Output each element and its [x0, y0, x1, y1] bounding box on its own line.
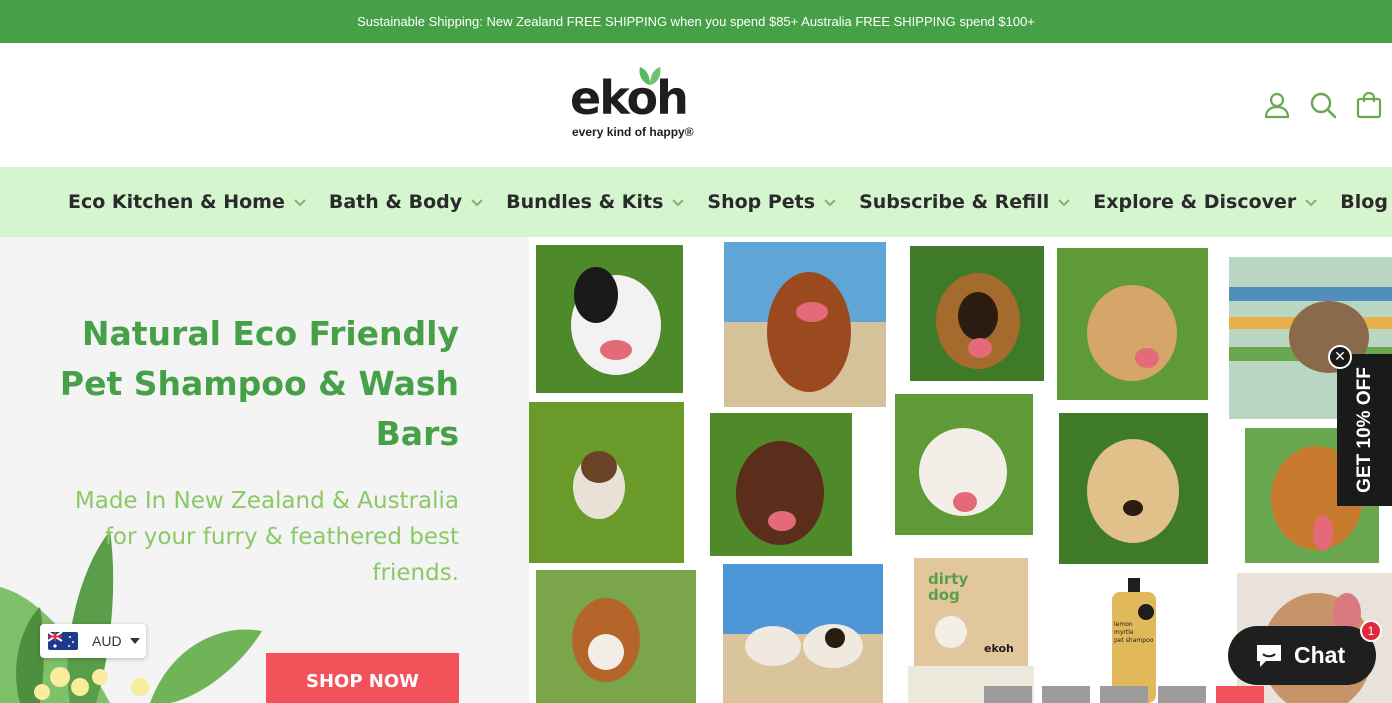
hero-subtitle: Made In New Zealand & Australia for your… [39, 483, 459, 591]
photo-dog-black-white [536, 245, 683, 393]
photo-puppy-golden [1059, 413, 1208, 564]
nav-item-label: Explore & Discover [1093, 191, 1297, 213]
announcement-text: Sustainable Shipping: New Zealand FREE S… [357, 14, 1035, 29]
photo-product-lemon-myrtle-shampoo: lemon myrtle pet shampoo [1094, 574, 1174, 703]
photo-dog-beach [724, 242, 886, 407]
account-icon[interactable] [1263, 91, 1291, 119]
photo-dog-chocolate-lab [710, 413, 852, 556]
photo-dogs-digging-sand [723, 564, 883, 703]
cart-icon[interactable] [1355, 91, 1383, 119]
caret-down-icon [129, 638, 140, 644]
nav-item-explore-discover[interactable]: Explore & Discover [1093, 191, 1318, 213]
product-bottle-line2: myrtle [1114, 629, 1134, 636]
chevron-down-icon [471, 199, 483, 207]
hero-subtitle-line2: for your furry & feathered best friends. [104, 524, 459, 586]
product-box-brand: ekoh [984, 642, 1014, 655]
chevron-down-icon [672, 199, 685, 207]
photo-dog-german-shepherd [910, 246, 1044, 381]
chevron-down-icon [1305, 199, 1317, 207]
hero-subtitle-line1: Made In New Zealand & Australia [74, 488, 459, 514]
slide-dot-5-active[interactable] [1216, 686, 1264, 703]
nav-item-bundles-kits[interactable]: Bundles & Kits [506, 191, 685, 213]
slide-dot-3[interactable] [1100, 686, 1148, 703]
hero-title: Natural Eco Friendly Pet Shampoo & Wash … [59, 314, 459, 453]
slide-dot-2[interactable] [1042, 686, 1090, 703]
photo-dog-yellow-lab [1057, 248, 1208, 400]
slide-dot-1[interactable] [984, 686, 1032, 703]
logo-tagline: every kind of happy® [572, 125, 694, 139]
site-header: ekoh every kind of happy® [0, 43, 1392, 167]
nav-item-label: Blog [1340, 191, 1388, 213]
chevron-down-icon [824, 199, 836, 207]
nav-item-label: Subscribe & Refill [859, 191, 1050, 213]
nav-item-subscribe-refill[interactable]: Subscribe & Refill [859, 191, 1071, 213]
photo-dog-running-grass [529, 402, 684, 563]
photo-dog-corgi-running [536, 570, 696, 703]
chat-notification-badge: 1 [1360, 620, 1382, 642]
logo-wordmark: ekoh [570, 71, 689, 125]
chat-bubble-icon [1257, 644, 1281, 667]
nav-item-blog[interactable]: Blog [1340, 191, 1388, 213]
chevron-down-icon [1058, 199, 1070, 207]
brand-logo[interactable]: ekoh every kind of happy® [566, 65, 716, 145]
chat-label: Chat [1294, 642, 1346, 668]
nav-item-label: Shop Pets [707, 191, 816, 213]
discount-label: GET 10% OFF [1353, 367, 1375, 493]
announcement-bar: Sustainable Shipping: New Zealand FREE S… [0, 0, 1392, 43]
nav-item-bath-body[interactable]: Bath & Body [329, 191, 484, 213]
photo-dog-staffy [895, 394, 1033, 535]
photo-product-dirty-dog-bar: dirty dog ekoh [906, 552, 1036, 703]
currency-selector[interactable]: AUD [40, 624, 146, 658]
main-nav: Eco Kitchen & Home Bath & Body Bundles &… [0, 167, 1392, 237]
nav-item-label: Bath & Body [328, 191, 463, 213]
search-icon[interactable] [1309, 91, 1337, 119]
close-icon[interactable]: ✕ [1328, 345, 1352, 369]
nav-item-label: Bundles & Kits [506, 191, 664, 213]
nav-item-eco-kitchen-home[interactable]: Eco Kitchen & Home [68, 191, 307, 213]
chevron-down-icon [294, 199, 306, 207]
product-bottle-line1: lemon [1114, 621, 1133, 628]
nav-item-shop-pets[interactable]: Shop Pets [707, 191, 837, 213]
currency-label: AUD [92, 633, 122, 649]
chat-button[interactable]: Chat [1228, 626, 1376, 685]
nav-item-label: Eco Kitchen & Home [68, 191, 285, 213]
discount-side-tab[interactable]: GET 10% OFF [1337, 354, 1392, 506]
slide-dot-4[interactable] [1158, 686, 1206, 703]
australia-flag-icon [48, 632, 78, 650]
product-bottle-line3: pet shampoo [1114, 637, 1154, 644]
product-box-line2: dog [928, 586, 960, 604]
shop-now-button[interactable]: SHOP NOW [266, 653, 459, 703]
